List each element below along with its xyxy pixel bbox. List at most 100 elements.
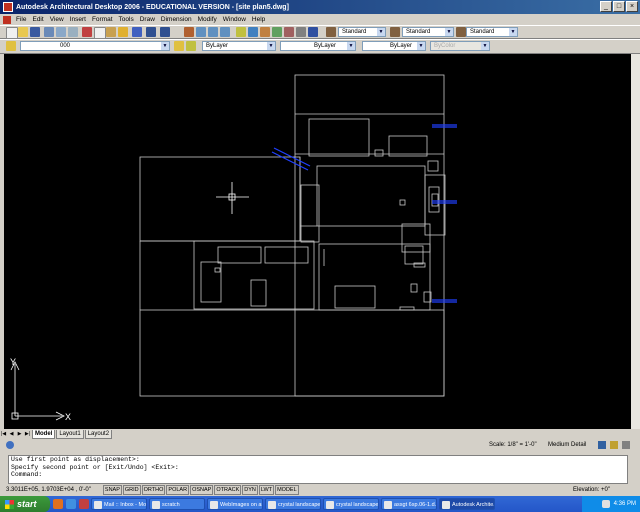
grid-toggle[interactable]: GRID — [122, 484, 141, 495]
tab-layout2[interactable]: Layout2 — [84, 429, 113, 439]
ie-icon[interactable] — [66, 499, 76, 509]
quickcalc-icon[interactable] — [296, 27, 306, 37]
dim-style-icon[interactable] — [390, 27, 400, 37]
text-style-icon[interactable] — [326, 27, 336, 37]
chevron-down-icon[interactable]: ▼ — [509, 28, 517, 36]
menu-dimension[interactable]: Dimension — [158, 16, 195, 23]
sheet-set-icon[interactable] — [272, 27, 282, 37]
taskbar-item-crystal-1[interactable]: crystal landscape... — [265, 498, 321, 510]
layer-select[interactable]: 000 ▼ — [20, 41, 170, 51]
pan-icon[interactable] — [184, 27, 194, 37]
chevron-down-icon[interactable]: ▼ — [161, 42, 169, 50]
copy-icon[interactable] — [94, 27, 106, 39]
zoom-previous-icon[interactable] — [220, 27, 230, 37]
table-style-icon[interactable] — [456, 27, 466, 37]
taskbar-item-crystal-2[interactable]: crystal landscape... — [323, 498, 379, 510]
detail-level[interactable]: Medium Detail — [548, 442, 586, 448]
dyn-toggle[interactable]: DYN — [242, 484, 258, 495]
help-icon[interactable] — [308, 27, 318, 37]
chevron-down-icon[interactable]: ▼ — [377, 28, 385, 36]
menu-view[interactable]: View — [47, 16, 67, 23]
tab-layout1[interactable]: Layout1 — [56, 429, 84, 439]
vertical-scrollbar[interactable] — [631, 54, 640, 429]
taskbar-item-mail[interactable]: Mail :: Inbox - Mo... — [91, 498, 147, 510]
firefox-icon[interactable] — [53, 499, 63, 509]
polar-toggle[interactable]: POLAR — [166, 484, 190, 495]
markup-icon[interactable] — [284, 27, 294, 37]
cut-icon[interactable] — [82, 27, 92, 37]
plot-icon[interactable] — [44, 27, 54, 37]
clock[interactable]: 4:36 PM — [614, 501, 636, 507]
publish-icon[interactable] — [68, 27, 78, 37]
next-tab-icon[interactable]: ▶ — [16, 431, 23, 438]
linetype-select[interactable]: ByLayer ▼ — [280, 41, 356, 51]
minimize-button[interactable]: _ — [600, 1, 612, 12]
status-menu-icon[interactable] — [622, 441, 630, 449]
zoom-realtime-icon[interactable] — [196, 27, 206, 37]
taskbar-item-scratch[interactable]: scratch — [149, 498, 205, 510]
chevron-down-icon[interactable]: ▼ — [445, 28, 453, 36]
menu-window[interactable]: Window — [220, 16, 249, 23]
text-style-select[interactable]: Standard ▼ — [338, 27, 386, 37]
osnap-toggle[interactable]: OSNAP — [190, 484, 214, 495]
autocad-quicklaunch-icon[interactable] — [79, 499, 89, 509]
block-editor-icon[interactable] — [132, 27, 142, 37]
dim-style-select[interactable]: Standard ▼ — [402, 27, 454, 37]
prev-tab-icon[interactable]: ◀ — [8, 431, 15, 438]
surface-hatch-icon[interactable] — [610, 441, 618, 449]
coordinates-readout[interactable]: 3.3011E+05, 1.9703E+04 , 0'-0" — [6, 487, 91, 493]
model-toggle[interactable]: MODEL — [275, 484, 299, 495]
autocad-app-icon[interactable] — [3, 2, 13, 12]
lwt-toggle[interactable]: LWT — [258, 484, 275, 495]
new-icon[interactable] — [6, 27, 18, 39]
chevron-down-icon[interactable]: ▼ — [417, 42, 425, 50]
chevron-down-icon[interactable]: ▼ — [347, 42, 355, 50]
ortho-toggle[interactable]: ORTHO — [141, 484, 166, 495]
tool-palettes-icon[interactable] — [260, 27, 270, 37]
drawing-canvas[interactable]: Y X — [4, 54, 636, 429]
drawing-info-icon[interactable] — [6, 441, 14, 449]
tray-icon[interactable] — [601, 500, 610, 508]
taskbar-item-webimages[interactable]: WebImages on ar... — [207, 498, 263, 510]
elevation-readout[interactable]: Elevation: +0" — [573, 487, 610, 493]
taskbar-item-autodesk[interactable]: Autodesk Archite... — [439, 498, 495, 510]
color-select[interactable]: ByLayer ▼ — [202, 41, 276, 51]
menu-edit[interactable]: Edit — [29, 16, 46, 23]
command-prompt[interactable]: Command: — [11, 471, 627, 479]
plot-preview-icon[interactable] — [56, 27, 66, 37]
command-window[interactable]: Use first point as displacement>: Specif… — [8, 455, 628, 484]
otrack-toggle[interactable]: OTRACK — [214, 484, 242, 495]
paste-icon[interactable] — [106, 27, 116, 37]
design-center-icon[interactable] — [248, 27, 258, 37]
undo-icon[interactable] — [146, 27, 156, 37]
match-properties-icon[interactable] — [118, 27, 128, 37]
document-icon[interactable] — [3, 15, 11, 24]
scale-label[interactable]: Scale: 1/8" = 1'-0" — [489, 442, 537, 448]
maximize-button[interactable]: □ — [613, 1, 625, 12]
layer-manager-icon[interactable] — [6, 41, 16, 51]
menu-help[interactable]: Help — [249, 16, 268, 23]
redo-icon[interactable] — [160, 27, 170, 37]
zoom-window-icon[interactable] — [208, 27, 218, 37]
open-icon[interactable] — [18, 27, 28, 37]
properties-icon[interactable] — [236, 27, 246, 37]
tab-model[interactable]: Model — [32, 429, 56, 439]
save-icon[interactable] — [30, 27, 40, 37]
last-tab-icon[interactable]: ▶| — [24, 431, 31, 438]
lineweight-select[interactable]: ByLayer ▼ — [362, 41, 426, 51]
make-current-icon[interactable] — [174, 41, 184, 51]
first-tab-icon[interactable]: |◀ — [0, 431, 7, 438]
menu-format[interactable]: Format — [89, 16, 116, 23]
layer-key-icon[interactable] — [598, 441, 606, 449]
menu-draw[interactable]: Draw — [137, 16, 158, 23]
close-button[interactable]: × — [626, 1, 638, 12]
menu-modify[interactable]: Modify — [195, 16, 220, 23]
chevron-down-icon[interactable]: ▼ — [267, 42, 275, 50]
snap-toggle[interactable]: SNAP — [102, 484, 122, 495]
taskbar-item-assgt[interactable]: assgt 6sp.06-1.d... — [381, 498, 437, 510]
menu-file[interactable]: File — [13, 16, 29, 23]
start-button[interactable]: start — [0, 496, 50, 512]
menu-tools[interactable]: Tools — [116, 16, 137, 23]
layer-previous-icon[interactable] — [186, 41, 196, 51]
table-style-select[interactable]: Standard ▼ — [466, 27, 518, 37]
